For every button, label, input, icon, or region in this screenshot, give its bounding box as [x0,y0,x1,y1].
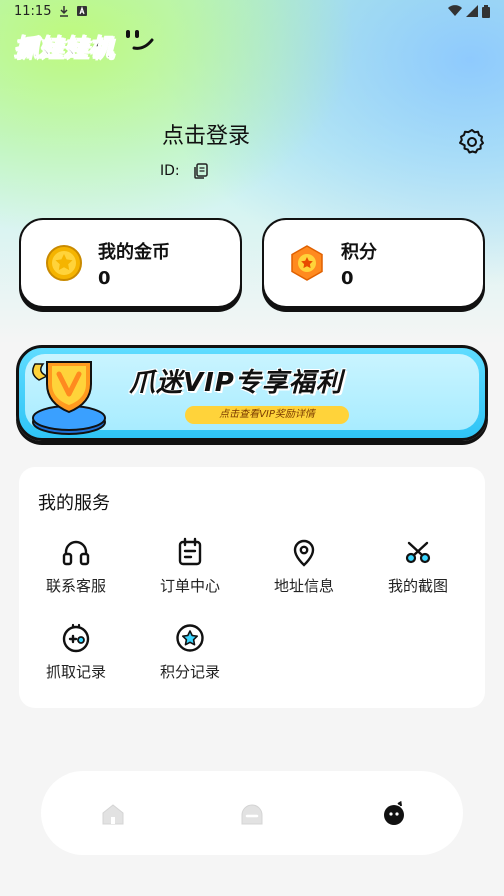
services-title: 我的服务 [38,493,110,514]
service-label: 联系客服 [45,577,106,595]
scissors-icon [405,541,431,564]
points-label: 积分 [341,242,377,263]
home-icon[interactable] [100,801,126,827]
app-logo: 抓娃娃机 [14,34,114,63]
headset-icon [62,540,90,566]
gamepad-icon [62,623,90,653]
service-grab-records[interactable]: 抓取记录 [19,623,133,693]
signal-icon [466,5,478,17]
service-label: 抓取记录 [45,663,106,681]
points-medal-icon [291,245,323,281]
login-prompt[interactable]: 点击登录 [162,118,250,150]
service-contact-support[interactable]: 联系客服 [19,537,133,607]
points-card[interactable]: 积分 0 [262,218,485,308]
gold-coin-icon [46,245,82,281]
download-icon [60,5,69,17]
star-icon [176,624,204,652]
settings-gear-icon[interactable] [458,128,486,156]
coins-label: 我的金币 [98,242,170,263]
vip-title: 爪迷VIP专享福利 [129,368,343,398]
user-id-label: ID: [160,163,180,179]
service-points-records[interactable]: 积分记录 [133,623,247,693]
status-time: 11:15 [14,3,52,19]
coins-card[interactable]: 我的金币 0 [19,218,242,308]
vip-details-button[interactable]: 点击查看VIP奖励详情 [185,406,349,424]
user-id-row: ID: [160,163,208,179]
battery-icon [482,4,490,18]
service-label: 积分记录 [159,663,220,681]
points-value: 0 [341,268,354,289]
order-icon [178,537,202,566]
service-my-screenshots[interactable]: 我的截图 [361,537,475,607]
vip-trophy-icon [32,361,106,435]
logo-face-icon [126,30,154,50]
notification-a-icon [77,6,88,16]
status-bar: 11:15 [0,0,504,22]
service-order-center[interactable]: 订单中心 [133,537,247,607]
bottom-tab-bar [41,771,463,855]
copy-icon[interactable] [193,163,208,179]
chat-icon[interactable] [239,801,265,827]
profile-icon[interactable] [381,801,407,827]
service-label: 订单中心 [159,577,220,595]
coins-value: 0 [98,268,111,289]
service-address-info[interactable]: 地址信息 [247,537,361,607]
location-icon [293,539,315,567]
vip-banner[interactable]: 爪迷VIP专享福利 点击查看VIP奖励详情 [16,345,488,441]
service-label: 地址信息 [273,577,334,595]
service-label: 我的截图 [387,577,448,595]
services-panel: 我的服务 联系客服 订单中心 地址信息 我的截图 抓取记录 积分记录 [19,467,485,708]
wifi-icon [448,5,462,17]
